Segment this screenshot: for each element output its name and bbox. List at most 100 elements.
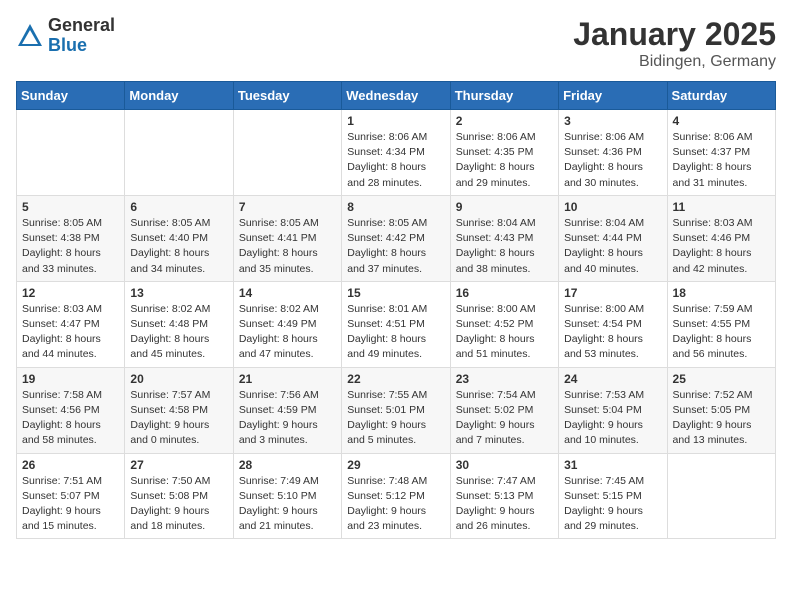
day-info: Sunrise: 7:49 AM Sunset: 5:10 PM Dayligh… [239,474,336,535]
calendar-week-row: 1 Sunrise: 8:06 AM Sunset: 4:34 PM Daylig… [17,110,776,196]
calendar-day-cell: 24 Sunrise: 7:53 AM Sunset: 5:04 PM Dayli… [559,367,667,453]
day-number: 3 [564,114,661,128]
day-info: Sunrise: 7:56 AM Sunset: 4:59 PM Dayligh… [239,388,336,449]
day-info: Sunrise: 7:59 AM Sunset: 4:55 PM Dayligh… [673,302,770,363]
day-number: 29 [347,458,444,472]
calendar-day-cell: 17Sunrise: 8:00 AM Sunset: 4:54 PM Dayli… [559,281,667,367]
day-number: 21 [239,372,336,386]
day-info: Sunrise: 8:05 AM Sunset: 4:38 PM Dayligh… [22,216,119,277]
day-number: 30 [456,458,553,472]
calendar-day-cell: 5 Sunrise: 8:05 AM Sunset: 4:38 PM Daylig… [17,195,125,281]
day-info: Sunrise: 7:58 AM Sunset: 4:56 PM Dayligh… [22,388,119,449]
day-number: 19 [22,372,119,386]
day-info: Sunrise: 7:57 AM Sunset: 4:58 PM Dayligh… [130,388,227,449]
calendar-day-cell: 31Sunrise: 7:45 AM Sunset: 5:15 PM Dayli… [559,453,667,539]
day-number: 13 [130,286,227,300]
header-day-saturday: Saturday [667,82,775,110]
calendar-day-cell: 16 Sunrise: 8:00 AM Sunset: 4:52 PM Dayli… [450,281,558,367]
calendar-day-cell [233,110,341,196]
day-number: 15 [347,286,444,300]
main-title: January 2025 [573,16,776,53]
calendar-day-cell: 4 Sunrise: 8:06 AM Sunset: 4:37 PM Daylig… [667,110,775,196]
calendar-day-cell: 11 Sunrise: 8:03 AM Sunset: 4:46 PM Dayli… [667,195,775,281]
day-number: 27 [130,458,227,472]
day-info: Sunrise: 8:05 AM Sunset: 4:42 PM Dayligh… [347,216,444,277]
calendar-week-row: 5 Sunrise: 8:05 AM Sunset: 4:38 PM Daylig… [17,195,776,281]
calendar-day-cell: 27Sunrise: 7:50 AM Sunset: 5:08 PM Dayli… [125,453,233,539]
calendar-day-cell: 30 Sunrise: 7:47 AM Sunset: 5:13 PM Dayli… [450,453,558,539]
title-block: January 2025 Bidingen, Germany [573,16,776,71]
day-number: 22 [347,372,444,386]
day-info: Sunrise: 7:47 AM Sunset: 5:13 PM Dayligh… [456,474,553,535]
calendar-day-cell: 28 Sunrise: 7:49 AM Sunset: 5:10 PM Dayli… [233,453,341,539]
day-info: Sunrise: 7:48 AM Sunset: 5:12 PM Dayligh… [347,474,444,535]
calendar-day-cell: 22 Sunrise: 7:55 AM Sunset: 5:01 PM Dayli… [342,367,450,453]
logo-text: General Blue [48,16,115,56]
calendar-day-cell: 29 Sunrise: 7:48 AM Sunset: 5:12 PM Dayli… [342,453,450,539]
calendar-day-cell: 12Sunrise: 8:03 AM Sunset: 4:47 PM Dayli… [17,281,125,367]
calendar-week-row: 19 Sunrise: 7:58 AM Sunset: 4:56 PM Dayli… [17,367,776,453]
day-number: 16 [456,286,553,300]
header-day-friday: Friday [559,82,667,110]
logo: General Blue [16,16,115,56]
day-number: 9 [456,200,553,214]
calendar-day-cell: 25Sunrise: 7:52 AM Sunset: 5:05 PM Dayli… [667,367,775,453]
calendar-day-cell: 19 Sunrise: 7:58 AM Sunset: 4:56 PM Dayli… [17,367,125,453]
day-number: 7 [239,200,336,214]
day-number: 10 [564,200,661,214]
logo-icon [16,22,44,50]
calendar-day-cell: 21 Sunrise: 7:56 AM Sunset: 4:59 PM Dayli… [233,367,341,453]
header-day-sunday: Sunday [17,82,125,110]
calendar-day-cell: 20 Sunrise: 7:57 AM Sunset: 4:58 PM Dayli… [125,367,233,453]
calendar-table: SundayMondayTuesdayWednesdayThursdayFrid… [16,81,776,539]
calendar-day-cell [125,110,233,196]
day-info: Sunrise: 8:00 AM Sunset: 4:54 PM Dayligh… [564,302,661,363]
calendar-week-row: 12Sunrise: 8:03 AM Sunset: 4:47 PM Dayli… [17,281,776,367]
calendar-week-row: 26 Sunrise: 7:51 AM Sunset: 5:07 PM Dayli… [17,453,776,539]
day-number: 28 [239,458,336,472]
calendar-day-cell: 1 Sunrise: 8:06 AM Sunset: 4:34 PM Daylig… [342,110,450,196]
day-number: 24 [564,372,661,386]
day-number: 2 [456,114,553,128]
day-info: Sunrise: 8:06 AM Sunset: 4:34 PM Dayligh… [347,130,444,191]
day-number: 31 [564,458,661,472]
logo-general-text: General [48,16,115,36]
calendar-day-cell [17,110,125,196]
day-info: Sunrise: 8:03 AM Sunset: 4:46 PM Dayligh… [673,216,770,277]
day-info: Sunrise: 8:02 AM Sunset: 4:48 PM Dayligh… [130,302,227,363]
day-number: 14 [239,286,336,300]
day-number: 18 [673,286,770,300]
day-number: 26 [22,458,119,472]
day-info: Sunrise: 8:01 AM Sunset: 4:51 PM Dayligh… [347,302,444,363]
calendar-day-cell: 23Sunrise: 7:54 AM Sunset: 5:02 PM Dayli… [450,367,558,453]
header-day-tuesday: Tuesday [233,82,341,110]
day-info: Sunrise: 7:53 AM Sunset: 5:04 PM Dayligh… [564,388,661,449]
day-number: 4 [673,114,770,128]
day-number: 12 [22,286,119,300]
calendar-header-row: SundayMondayTuesdayWednesdayThursdayFrid… [17,82,776,110]
calendar-day-cell: 9Sunrise: 8:04 AM Sunset: 4:43 PM Daylig… [450,195,558,281]
header-day-wednesday: Wednesday [342,82,450,110]
day-number: 11 [673,200,770,214]
calendar-day-cell: 10Sunrise: 8:04 AM Sunset: 4:44 PM Dayli… [559,195,667,281]
day-info: Sunrise: 8:06 AM Sunset: 4:36 PM Dayligh… [564,130,661,191]
logo-blue-text: Blue [48,36,115,56]
day-number: 1 [347,114,444,128]
calendar-day-cell: 7 Sunrise: 8:05 AM Sunset: 4:41 PM Daylig… [233,195,341,281]
calendar-day-cell: 15 Sunrise: 8:01 AM Sunset: 4:51 PM Dayli… [342,281,450,367]
day-info: Sunrise: 8:06 AM Sunset: 4:37 PM Dayligh… [673,130,770,191]
calendar-day-cell: 18 Sunrise: 7:59 AM Sunset: 4:55 PM Dayli… [667,281,775,367]
day-number: 20 [130,372,227,386]
day-info: Sunrise: 8:02 AM Sunset: 4:49 PM Dayligh… [239,302,336,363]
subtitle: Bidingen, Germany [573,53,776,71]
page-header: General Blue January 2025 Bidingen, Germ… [16,16,776,71]
calendar-day-cell: 2 Sunrise: 8:06 AM Sunset: 4:35 PM Daylig… [450,110,558,196]
day-info: Sunrise: 8:06 AM Sunset: 4:35 PM Dayligh… [456,130,553,191]
day-info: Sunrise: 8:05 AM Sunset: 4:41 PM Dayligh… [239,216,336,277]
day-number: 8 [347,200,444,214]
day-number: 5 [22,200,119,214]
header-day-monday: Monday [125,82,233,110]
day-info: Sunrise: 8:00 AM Sunset: 4:52 PM Dayligh… [456,302,553,363]
day-info: Sunrise: 7:55 AM Sunset: 5:01 PM Dayligh… [347,388,444,449]
day-info: Sunrise: 7:51 AM Sunset: 5:07 PM Dayligh… [22,474,119,535]
